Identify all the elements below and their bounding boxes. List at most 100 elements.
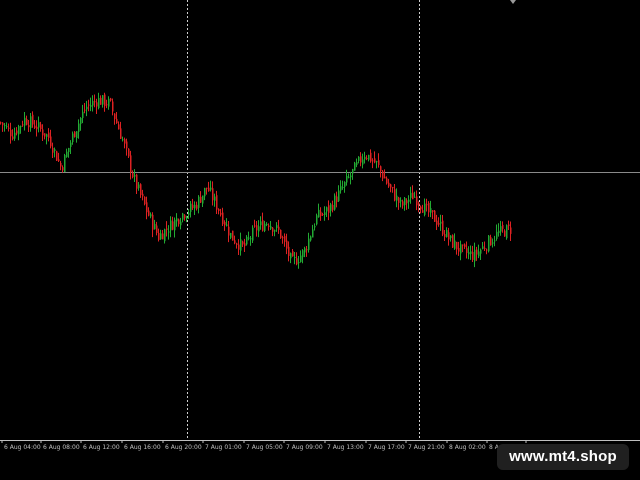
candle bbox=[230, 232, 232, 240]
candle bbox=[462, 244, 464, 253]
candle bbox=[64, 153, 66, 173]
candle bbox=[2, 122, 4, 132]
candle bbox=[114, 113, 116, 125]
candle-body bbox=[300, 255, 302, 262]
candle bbox=[80, 117, 82, 131]
candle bbox=[120, 121, 122, 139]
candle-body bbox=[430, 208, 432, 213]
candle bbox=[148, 207, 150, 217]
candle bbox=[448, 227, 450, 246]
candle bbox=[330, 202, 332, 217]
candle bbox=[324, 206, 326, 221]
candle bbox=[332, 200, 334, 213]
candle-body bbox=[284, 236, 286, 242]
candle-body bbox=[90, 105, 92, 107]
candle-body bbox=[106, 104, 108, 106]
candle-body bbox=[206, 187, 208, 189]
candle bbox=[296, 252, 298, 266]
candle bbox=[394, 184, 396, 202]
candle bbox=[168, 225, 170, 240]
candle-body bbox=[436, 220, 438, 225]
candle bbox=[122, 136, 124, 142]
candle bbox=[158, 228, 160, 242]
candle bbox=[146, 196, 148, 220]
candle-body bbox=[204, 188, 206, 197]
candle bbox=[132, 170, 134, 179]
candle-body bbox=[216, 195, 218, 210]
candle bbox=[416, 190, 418, 211]
candle bbox=[144, 196, 146, 206]
candle-body bbox=[102, 95, 104, 105]
candle bbox=[130, 150, 132, 180]
candle-body bbox=[502, 224, 504, 229]
candle bbox=[222, 207, 224, 226]
candle bbox=[302, 249, 304, 264]
candle-body bbox=[342, 186, 344, 188]
candle-body bbox=[374, 158, 376, 163]
candle-body bbox=[496, 231, 498, 239]
candle-body bbox=[138, 184, 140, 189]
candle-body bbox=[10, 129, 12, 137]
candle-body bbox=[308, 238, 310, 250]
candle-body bbox=[386, 178, 388, 184]
candle-body bbox=[78, 123, 80, 132]
candle-body bbox=[476, 249, 478, 255]
candle bbox=[492, 238, 494, 248]
candle bbox=[156, 221, 158, 236]
candle bbox=[154, 219, 156, 230]
candle bbox=[74, 131, 76, 138]
candle bbox=[366, 155, 368, 161]
candle bbox=[362, 153, 364, 169]
candle-body bbox=[412, 192, 414, 200]
chart-window[interactable]: 6 Aug 04:00 6 Aug 08:00 6 Aug 12:00 6 Aug 1… bbox=[0, 0, 640, 480]
candle-body bbox=[350, 175, 352, 178]
candle bbox=[390, 183, 392, 193]
candle bbox=[48, 128, 50, 142]
candle-body bbox=[104, 94, 106, 107]
candle bbox=[348, 173, 350, 179]
candle-body bbox=[6, 126, 8, 128]
candle-body bbox=[334, 195, 336, 210]
candle-body bbox=[64, 155, 66, 173]
candle bbox=[216, 190, 218, 215]
chart-shift-marker[interactable] bbox=[510, 0, 516, 4]
candle bbox=[418, 201, 420, 213]
candle-body bbox=[164, 229, 166, 242]
candle bbox=[406, 198, 408, 210]
candle bbox=[78, 119, 80, 139]
price-chart[interactable]: 6 Aug 04:00 6 Aug 08:00 6 Aug 12:00 6 Aug 1… bbox=[0, 0, 640, 480]
candle-body bbox=[372, 160, 374, 162]
candle bbox=[0, 121, 2, 125]
candle-body bbox=[120, 128, 122, 139]
time-tick-label: 7 Aug 21:00 bbox=[408, 444, 445, 451]
candle-body bbox=[392, 187, 394, 189]
candle-body bbox=[98, 97, 100, 109]
candle-body bbox=[416, 196, 418, 206]
candle-body bbox=[46, 134, 48, 137]
candle bbox=[210, 180, 212, 192]
candle-body bbox=[460, 244, 462, 254]
candle bbox=[304, 246, 306, 258]
candle-body bbox=[380, 166, 382, 171]
candle-body bbox=[364, 156, 366, 160]
candle-body bbox=[474, 249, 476, 262]
candle-body bbox=[358, 156, 360, 161]
watermark: www.mt4.shop bbox=[497, 444, 629, 470]
candle bbox=[170, 216, 172, 238]
candle bbox=[260, 216, 262, 230]
candle bbox=[482, 241, 484, 250]
candle-body bbox=[200, 196, 202, 203]
candle bbox=[272, 227, 274, 237]
candle bbox=[172, 216, 174, 231]
candle-body bbox=[70, 142, 72, 147]
candle bbox=[28, 119, 30, 133]
candle-body bbox=[174, 219, 176, 231]
candle bbox=[182, 212, 184, 223]
candle bbox=[86, 100, 88, 117]
candle-body bbox=[362, 159, 364, 165]
candle bbox=[250, 235, 252, 246]
candle-body bbox=[84, 109, 86, 111]
candle-body bbox=[24, 117, 26, 126]
candle bbox=[98, 92, 100, 110]
candle-body bbox=[142, 193, 144, 197]
